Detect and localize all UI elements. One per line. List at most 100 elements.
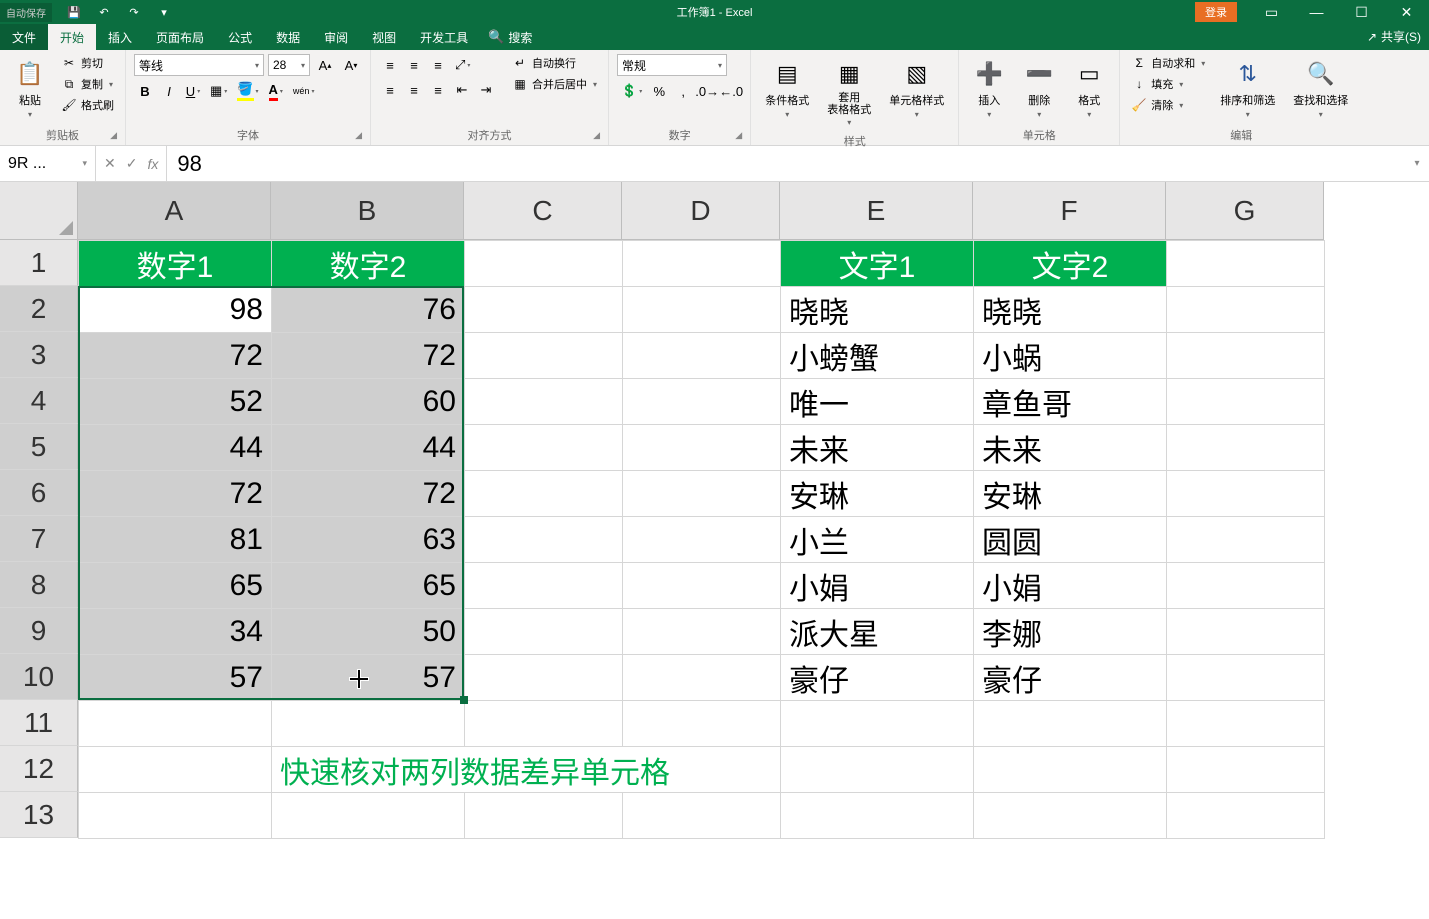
- cell-B12[interactable]: 快速核对两列数据差异单元格: [272, 747, 781, 793]
- row-header-13[interactable]: 13: [0, 792, 78, 838]
- row-header-10[interactable]: 10: [0, 654, 78, 700]
- dialog-launcher-icon[interactable]: ◢: [735, 130, 742, 141]
- cell-C4[interactable]: [465, 379, 623, 425]
- maximize-icon[interactable]: ☐: [1339, 0, 1384, 24]
- tab-review[interactable]: 审阅: [312, 24, 360, 50]
- tab-view[interactable]: 视图: [360, 24, 408, 50]
- dialog-launcher-icon[interactable]: ◢: [110, 130, 117, 141]
- row-header-12[interactable]: 12: [0, 746, 78, 792]
- cell-B10[interactable]: 57: [272, 655, 465, 701]
- cell-F10[interactable]: 豪仔: [974, 655, 1167, 701]
- cell-A10[interactable]: 57: [79, 655, 272, 701]
- cell-B3[interactable]: 72: [272, 333, 465, 379]
- cell-E6[interactable]: 安琳: [781, 471, 974, 517]
- cell-A8[interactable]: 65: [79, 563, 272, 609]
- cell-G10[interactable]: [1167, 655, 1325, 701]
- table-format-button[interactable]: ▦套用 表格格式▾: [821, 54, 877, 131]
- cell-C2[interactable]: [465, 287, 623, 333]
- inc-decimal-button[interactable]: .0→: [696, 80, 718, 102]
- currency-button[interactable]: 💲▾: [617, 80, 646, 102]
- enter-icon[interactable]: ✓: [126, 155, 138, 172]
- select-all-corner[interactable]: [0, 182, 78, 240]
- undo-icon[interactable]: ↶: [94, 3, 114, 21]
- cell-F13[interactable]: [974, 793, 1167, 839]
- row-header-7[interactable]: 7: [0, 516, 78, 562]
- find-select-button[interactable]: 🔍查找和选择▾: [1287, 54, 1354, 123]
- cell-E3[interactable]: 小螃蟹: [781, 333, 974, 379]
- cell-C3[interactable]: [465, 333, 623, 379]
- selection-handle[interactable]: [460, 696, 468, 704]
- autosum-button[interactable]: Σ自动求和▾: [1128, 54, 1208, 72]
- cell-C13[interactable]: [465, 793, 623, 839]
- cell-E10[interactable]: 豪仔: [781, 655, 974, 701]
- font-color-button[interactable]: A▾: [265, 80, 287, 102]
- cell-F9[interactable]: 李娜: [974, 609, 1167, 655]
- cell-F12[interactable]: [974, 747, 1167, 793]
- cell-A3[interactable]: 72: [79, 333, 272, 379]
- cell-E1[interactable]: 文字1: [781, 241, 974, 287]
- fill-button[interactable]: ↓填充▾: [1128, 75, 1208, 93]
- cell-F1[interactable]: 文字2: [974, 241, 1167, 287]
- cell-A6[interactable]: 72: [79, 471, 272, 517]
- save-icon[interactable]: 💾: [64, 3, 84, 21]
- tab-layout[interactable]: 页面布局: [144, 24, 216, 50]
- cell-G8[interactable]: [1167, 563, 1325, 609]
- cell-G9[interactable]: [1167, 609, 1325, 655]
- cell-A11[interactable]: [79, 701, 272, 747]
- close-icon[interactable]: ✕: [1384, 0, 1429, 24]
- cell-G1[interactable]: [1167, 241, 1325, 287]
- row-header-8[interactable]: 8: [0, 562, 78, 608]
- cell-G2[interactable]: [1167, 287, 1325, 333]
- cell-E9[interactable]: 派大星: [781, 609, 974, 655]
- merge-center-button[interactable]: ▦合并后居中▾: [509, 75, 600, 93]
- paste-button[interactable]: 📋 粘贴 ▾: [8, 54, 52, 123]
- border-button[interactable]: ▦▾: [206, 80, 231, 102]
- row-header-5[interactable]: 5: [0, 424, 78, 470]
- sort-filter-button[interactable]: ⇅排序和筛选▾: [1214, 54, 1281, 123]
- dialog-launcher-icon[interactable]: ◢: [355, 130, 362, 141]
- tab-formula[interactable]: 公式: [216, 24, 264, 50]
- number-format-select[interactable]: 常规▾: [617, 54, 727, 76]
- cell-G13[interactable]: [1167, 793, 1325, 839]
- row-header-1[interactable]: 1: [0, 240, 78, 286]
- cell-E12[interactable]: [781, 747, 974, 793]
- row-header-6[interactable]: 6: [0, 470, 78, 516]
- minimize-icon[interactable]: —: [1294, 0, 1339, 24]
- align-center-button[interactable]: ≡: [403, 79, 425, 101]
- autosave-toggle[interactable]: 自动保存: [0, 3, 52, 22]
- cell-B9[interactable]: 50: [272, 609, 465, 655]
- cell-F8[interactable]: 小娟: [974, 563, 1167, 609]
- cell-D13[interactable]: [623, 793, 781, 839]
- ribbon-options-icon[interactable]: ▭: [1249, 0, 1294, 24]
- cell-F5[interactable]: 未来: [974, 425, 1167, 471]
- cell-B5[interactable]: 44: [272, 425, 465, 471]
- cell-A4[interactable]: 52: [79, 379, 272, 425]
- cell-F11[interactable]: [974, 701, 1167, 747]
- dialog-launcher-icon[interactable]: ◢: [593, 130, 600, 141]
- cell-F6[interactable]: 安琳: [974, 471, 1167, 517]
- cell-B2[interactable]: 76: [272, 287, 465, 333]
- cell-E7[interactable]: 小兰: [781, 517, 974, 563]
- cell-C11[interactable]: [465, 701, 623, 747]
- indent-inc-button[interactable]: ⇥: [475, 79, 497, 101]
- cell-E5[interactable]: 未来: [781, 425, 974, 471]
- col-header-B[interactable]: B: [271, 182, 464, 240]
- cell-style-button[interactable]: ▧单元格样式▾: [883, 54, 950, 123]
- cell-A2[interactable]: 98: [79, 287, 272, 333]
- cell-D3[interactable]: [623, 333, 781, 379]
- align-bottom-button[interactable]: ≡: [427, 54, 449, 76]
- pinyin-button[interactable]: wén▾: [289, 80, 319, 102]
- delete-cell-button[interactable]: ➖删除▾: [1017, 54, 1061, 123]
- cell-D8[interactable]: [623, 563, 781, 609]
- clear-button[interactable]: 🧹清除▾: [1128, 96, 1208, 114]
- cell-A12[interactable]: [79, 747, 272, 793]
- cell-F2[interactable]: 晓晓: [974, 287, 1167, 333]
- cell-A5[interactable]: 44: [79, 425, 272, 471]
- copy-button[interactable]: ⧉复制▾: [58, 75, 117, 93]
- cell-C1[interactable]: [465, 241, 623, 287]
- align-left-button[interactable]: ≡: [379, 79, 401, 101]
- align-top-button[interactable]: ≡: [379, 54, 401, 76]
- cut-button[interactable]: ✂剪切: [58, 54, 117, 72]
- cell-F3[interactable]: 小蜗: [974, 333, 1167, 379]
- share-button[interactable]: ↗ 共享(S): [1367, 28, 1421, 45]
